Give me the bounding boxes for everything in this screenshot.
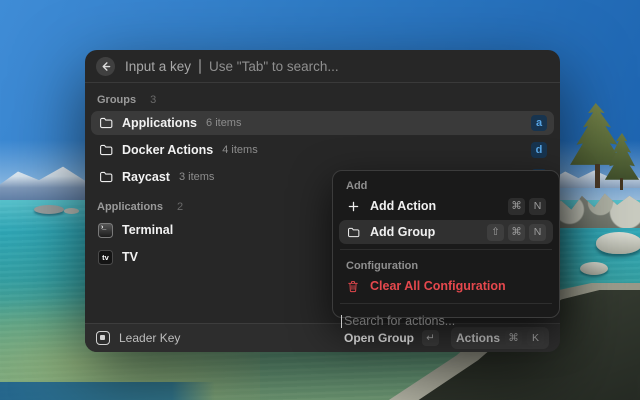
folder-icon <box>98 144 113 156</box>
search-bar: Input a key Use "Tab" to search... <box>85 50 560 83</box>
popup-section-add: Add <box>339 175 553 192</box>
plus-icon <box>346 201 360 212</box>
group-title: Applications <box>122 116 197 130</box>
command-keycap: ⌘ <box>508 224 525 241</box>
key-input-placeholder: Input a key <box>125 59 191 74</box>
n-keycap: N <box>529 224 546 241</box>
popup-section-configuration: Configuration <box>339 255 553 272</box>
wallpaper-boulder <box>596 232 640 254</box>
wallpaper-deep-water <box>0 382 215 400</box>
back-button[interactable] <box>96 57 115 76</box>
group-item-count: 4 items <box>222 144 257 156</box>
text-cursor <box>341 315 342 328</box>
placeholder-divider <box>199 59 201 74</box>
wallpaper-boulder <box>580 262 608 275</box>
group-row-docker-actions[interactable]: Docker Actions 4 items d <box>91 138 554 162</box>
group-row-applications[interactable]: Applications 6 items a <box>91 111 554 135</box>
section-count: 2 <box>177 201 183 213</box>
n-keycap: N <box>529 198 546 215</box>
wallpaper-tree-trunk <box>595 164 600 188</box>
group-title: Docker Actions <box>122 143 213 157</box>
command-keycap: ⌘ <box>508 198 525 215</box>
tv-app-icon: tv <box>98 250 113 265</box>
search-hint-text: Use "Tab" to search... <box>209 59 339 74</box>
back-arrow-icon <box>100 61 111 72</box>
wallpaper-rock <box>34 205 64 214</box>
actions-search-input[interactable]: Search for actions... <box>339 309 553 333</box>
actions-popup: Add Add Action ⌘ N Add Group ⇧ ⌘ N Confi… <box>332 170 560 318</box>
group-item-count: 3 items <box>179 171 214 183</box>
group-item-count: 6 items <box>206 117 241 129</box>
folder-icon <box>98 171 113 183</box>
folder-icon <box>98 117 113 129</box>
wallpaper-rock <box>64 208 79 214</box>
leader-key-app-icon <box>96 331 110 345</box>
folder-icon <box>346 227 360 238</box>
section-header-groups: Groups 3 <box>85 85 560 111</box>
trash-icon <box>346 280 360 293</box>
app-title: Terminal <box>122 223 173 237</box>
open-group-label: Open Group <box>344 331 414 345</box>
key-badge: d <box>531 142 547 158</box>
app-title: TV <box>122 250 138 264</box>
app-name: Leader Key <box>119 331 180 345</box>
popup-divider <box>340 303 552 304</box>
popup-divider <box>340 249 552 250</box>
key-input[interactable]: Input a key Use "Tab" to search... <box>125 59 339 74</box>
wallpaper-tree-trunk <box>620 178 623 190</box>
section-count: 3 <box>150 94 156 106</box>
group-title: Raycast <box>122 170 170 184</box>
menu-item-add-group[interactable]: Add Group ⇧ ⌘ N <box>339 220 553 244</box>
shift-keycap: ⇧ <box>487 224 504 241</box>
menu-item-clear-all-configuration[interactable]: Clear All Configuration <box>339 274 553 298</box>
desktop: Input a key Use "Tab" to search... Group… <box>0 0 640 400</box>
key-badge: a <box>531 115 547 131</box>
menu-item-add-action[interactable]: Add Action ⌘ N <box>339 194 553 218</box>
search-placeholder: Search for actions... <box>344 314 455 328</box>
terminal-app-icon <box>98 223 113 238</box>
